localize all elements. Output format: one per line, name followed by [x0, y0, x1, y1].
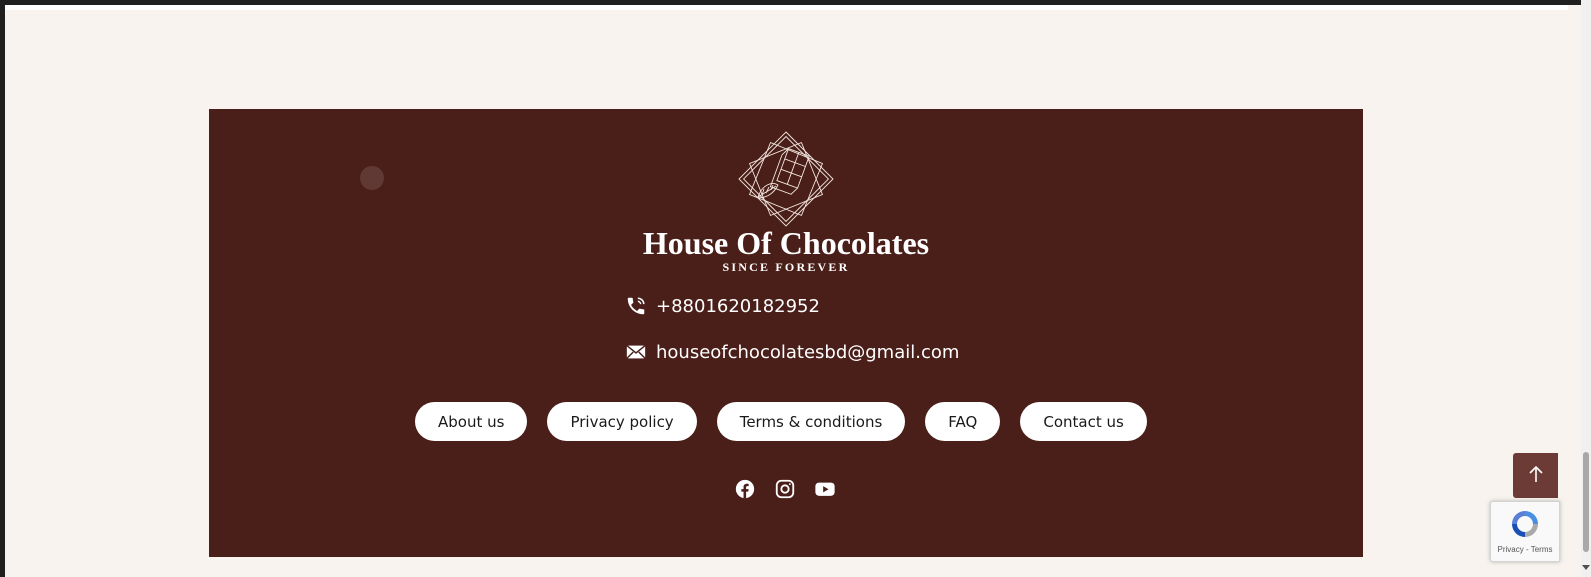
recaptcha-icon [1509, 508, 1541, 540]
email-address[interactable]: houseofchocolatesbd@gmail.com [656, 342, 959, 363]
instagram-icon[interactable] [774, 478, 796, 500]
back-to-top-button[interactable] [1513, 453, 1558, 498]
brand-name[interactable]: House Of Chocolates [209, 224, 1363, 262]
arrow-up-icon [1528, 465, 1544, 487]
privacy-policy-link[interactable]: Privacy policy [547, 402, 697, 441]
social-links [734, 478, 836, 500]
scroll-down-arrow-icon[interactable] [1582, 565, 1590, 570]
contact-us-link[interactable]: Contact us [1020, 402, 1147, 441]
top-section-edge [5, 5, 1568, 10]
email-contact[interactable]: houseofchocolatesbd@gmail.com [625, 341, 959, 363]
recaptcha-links[interactable]: Privacy - Terms [1491, 545, 1559, 554]
brand-tagline: SINCE FOREVER [722, 260, 850, 274]
footer-links: About us Privacy policy Terms & conditio… [415, 402, 1147, 441]
recaptcha-badge[interactable]: Privacy - Terms [1490, 501, 1560, 562]
scrollbar[interactable] [1581, 0, 1591, 577]
phone-icon [625, 295, 647, 317]
facebook-icon[interactable] [734, 478, 756, 500]
chocolate-emblem-icon[interactable] [736, 129, 836, 229]
site-footer: House Of Chocolates SINCE FOREVER +88016… [209, 109, 1363, 557]
envelope-icon [625, 341, 647, 363]
page-background: House Of Chocolates SINCE FOREVER +88016… [5, 5, 1581, 577]
about-us-link[interactable]: About us [415, 402, 528, 441]
phone-contact[interactable]: +8801620182952 [625, 295, 820, 317]
terms-conditions-link[interactable]: Terms & conditions [716, 402, 906, 441]
scrollbar-thumb[interactable] [1583, 452, 1589, 552]
faq-link[interactable]: FAQ [925, 402, 1001, 441]
decorative-dot [360, 166, 384, 190]
youtube-icon[interactable] [814, 478, 836, 500]
phone-number[interactable]: +8801620182952 [656, 296, 820, 317]
